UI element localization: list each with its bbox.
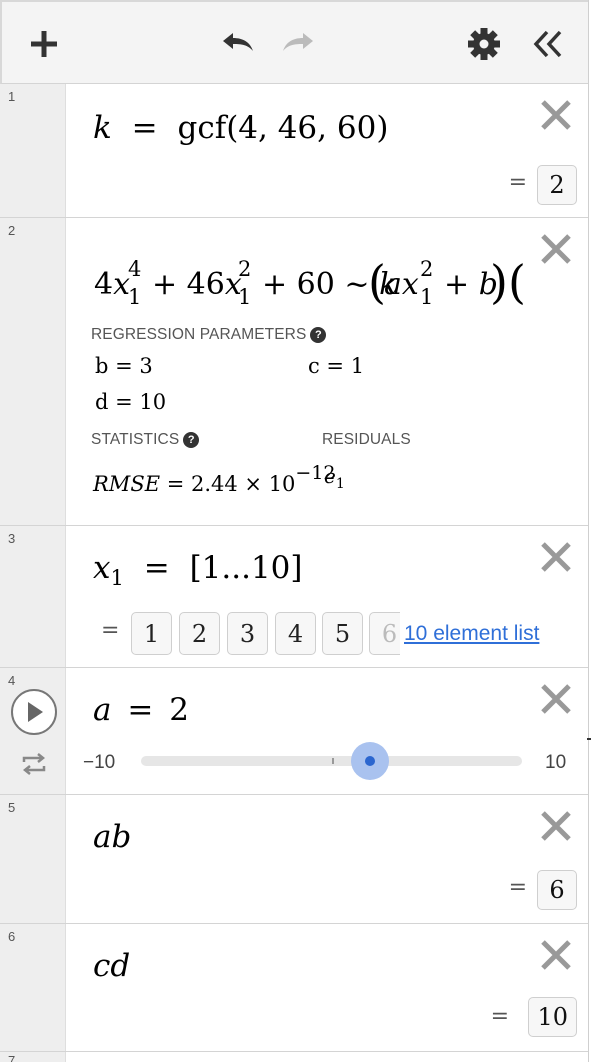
delete-icon[interactable] <box>539 682 573 716</box>
delete-icon[interactable] <box>539 809 573 843</box>
expression-index: 7 <box>8 1053 16 1062</box>
list-value: 4 <box>275 612 316 655</box>
svg-text:ax: ax <box>384 267 419 302</box>
result-equals: = <box>508 170 527 195</box>
list-value: 6 <box>369 612 400 655</box>
settings-button[interactable] <box>464 24 504 64</box>
delete-icon[interactable] <box>539 98 573 132</box>
svg-text:2: 2 <box>420 257 433 281</box>
expression-index: 1 <box>8 89 16 104</box>
expression-index: 2 <box>8 223 16 238</box>
loop-icon[interactable] <box>20 752 48 776</box>
svg-text:): ) <box>490 255 508 309</box>
redo-icon <box>283 33 313 51</box>
svg-text:(: ( <box>508 255 526 309</box>
expression-formula[interactable]: x1 = [1...10] <box>93 550 302 590</box>
expression-row[interactable]: 6 cd = 10 <box>0 924 588 1052</box>
slider-max-label[interactable]: 10 <box>545 752 566 774</box>
statistics-heading: STATISTICS? <box>91 431 200 449</box>
list-equals: = <box>101 618 120 643</box>
double-chevron-left-icon <box>533 30 562 58</box>
expression-formula[interactable]: ab <box>93 819 131 855</box>
expression-list-panel: 1 k = gcf(4, 46, 60) = 2 2 4x 4 1 + 46x … <box>0 0 589 1062</box>
evaluation-result: 6 <box>537 870 577 910</box>
expression-formula[interactable]: cd <box>93 948 130 984</box>
expression-formula[interactable]: a = 2 <box>93 692 189 728</box>
svg-text:1: 1 <box>128 285 141 309</box>
expression-gutter: 4 <box>0 668 66 794</box>
expression-row[interactable]: 2 4x 4 1 + 46x 2 1 + 60 ~ k ( ax 2 1 + b… <box>0 218 588 526</box>
function-name: gcf <box>177 110 227 146</box>
expression-row[interactable]: 5 ab = 6 <box>0 795 588 924</box>
result-equals: = <box>508 875 527 900</box>
evaluation-result: 2 <box>537 165 577 205</box>
expression-formula[interactable]: k = gcf(4, 46, 60) <box>93 110 388 146</box>
collapse-list-button[interactable] <box>528 24 568 64</box>
undo-button[interactable] <box>216 24 256 64</box>
expression-row[interactable]: 7 <box>0 1052 588 1062</box>
element-list-link[interactable]: 10 element list <box>404 622 539 646</box>
expression-gutter: 1 <box>0 84 66 217</box>
expression-gutter: 5 <box>0 795 66 923</box>
regression-parameters-heading: REGRESSION PARAMETERS? <box>91 326 327 344</box>
list-value: 5 <box>322 612 363 655</box>
expression-gutter: 3 <box>0 526 66 667</box>
parameter-c: c = 1 <box>308 354 365 378</box>
svg-text:4x: 4x <box>94 267 130 302</box>
expression-gutter: 2 <box>0 218 66 525</box>
graph-axis-tick <box>587 738 591 740</box>
svg-text:1: 1 <box>238 285 251 309</box>
expression-index: 5 <box>8 800 16 815</box>
equals-sign: = <box>131 110 158 146</box>
help-icon[interactable]: ? <box>183 432 200 448</box>
residual-variable[interactable]: e1 <box>324 464 345 492</box>
expression-toolbar <box>0 0 588 84</box>
svg-text:4: 4 <box>128 257 141 281</box>
plus-icon <box>31 31 57 57</box>
delete-icon[interactable] <box>539 540 573 574</box>
redo-button[interactable] <box>280 24 320 64</box>
expression-index: 3 <box>8 531 16 546</box>
list-value: 1 <box>131 612 172 655</box>
regression-formula[interactable]: 4x 4 1 + 46x 2 1 + 60 ~ k ( ax 2 1 + b )… <box>90 248 530 312</box>
delete-icon[interactable] <box>539 938 573 972</box>
residuals-heading: RESIDUALS <box>322 431 411 448</box>
evaluation-result: 10 <box>528 997 577 1037</box>
expression-index: 6 <box>8 929 16 944</box>
undo-icon <box>223 33 253 51</box>
expression-gutter: 7 <box>0 1052 66 1062</box>
play-icon[interactable] <box>10 688 58 736</box>
slider-min-label[interactable]: −10 <box>83 752 115 774</box>
add-item-button[interactable] <box>24 24 64 64</box>
slider-zero-tick <box>332 758 334 764</box>
function-args: (4, 46, 60) <box>226 110 389 146</box>
svg-text:+ 46x: + 46x <box>152 267 242 302</box>
list-value: 3 <box>227 612 268 655</box>
list-value: 2 <box>179 612 220 655</box>
variable-k: k <box>93 110 112 146</box>
expression-gutter: 6 <box>0 924 66 1051</box>
expression-row[interactable]: 1 k = gcf(4, 46, 60) = 2 <box>0 84 588 218</box>
list-overflow-clip: 6 <box>369 612 400 655</box>
svg-text:2: 2 <box>238 257 251 281</box>
parameter-d: d = 10 <box>95 390 167 414</box>
delete-icon[interactable] <box>539 232 573 266</box>
gear-icon <box>468 28 500 60</box>
expression-index: 4 <box>8 673 16 688</box>
rmse-statistic: RMSE = 2.44 × 10−12 <box>93 462 336 496</box>
svg-text:1: 1 <box>420 285 433 309</box>
help-icon[interactable]: ? <box>310 327 327 343</box>
slider-handle[interactable] <box>364 756 375 766</box>
expression-row[interactable]: 4 a = 2 <box>0 668 588 795</box>
result-equals: = <box>490 1004 509 1029</box>
parameter-b: b = 3 <box>95 354 153 378</box>
